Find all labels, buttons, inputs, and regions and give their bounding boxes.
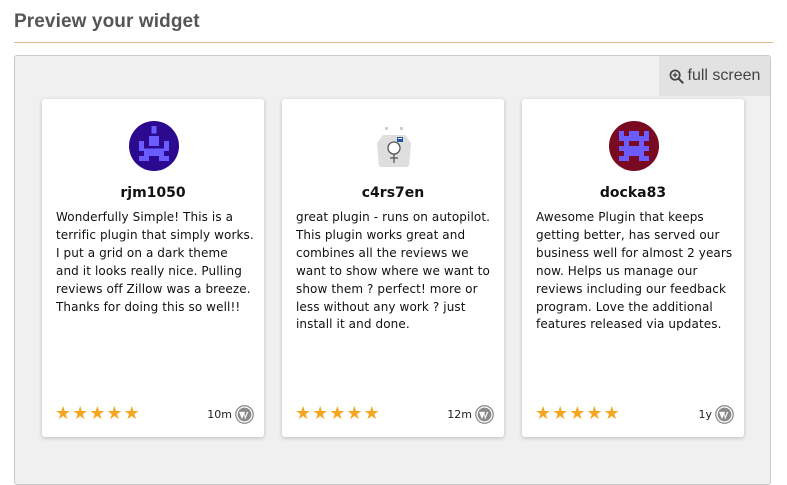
star-icon: ★: [55, 403, 72, 424]
star-icon: ★: [295, 403, 312, 424]
widget-preview-frame: full screen rjm1050 Wonderfully Simple! …: [14, 55, 771, 485]
star-icon: ★: [586, 403, 603, 424]
wordpress-icon[interactable]: [715, 405, 734, 424]
review-author: docka83: [599, 185, 667, 201]
heading-divider: [14, 42, 773, 43]
star-icon: ★: [89, 403, 106, 424]
avatar: [129, 121, 179, 171]
star-icon: ★: [123, 403, 140, 424]
star-icon: ★: [346, 403, 363, 424]
star-icon: ★: [329, 403, 346, 424]
review-card: c4rs7en great plugin - runs on autopilot…: [282, 99, 504, 437]
star-rating: ★ ★ ★ ★ ★: [55, 404, 140, 424]
review-time: 12m: [447, 408, 472, 421]
review-meta: 10m: [207, 405, 254, 424]
star-icon: ★: [569, 403, 586, 424]
review-author: rjm1050: [120, 185, 186, 201]
review-meta: 1y: [698, 405, 734, 424]
review-time: 1y: [698, 408, 712, 421]
fullscreen-label: full screen: [687, 67, 761, 84]
review-time: 10m: [207, 408, 232, 421]
star-icon: ★: [535, 403, 552, 424]
review-card: rjm1050 Wonderfully Simple! This is a te…: [42, 99, 264, 437]
page-title: Preview your widget: [14, 11, 200, 32]
review-card: docka83 Awesome Plugin that keeps gettin…: [522, 99, 744, 437]
star-icon: ★: [106, 403, 123, 424]
star-rating: ★ ★ ★ ★ ★: [295, 404, 380, 424]
review-text: Awesome Plugin that keeps getting better…: [536, 210, 733, 332]
star-icon: ★: [72, 403, 89, 424]
star-rating: ★ ★ ★ ★ ★: [535, 404, 620, 424]
zoom-in-icon: [669, 69, 684, 84]
wordpress-icon[interactable]: [235, 405, 254, 424]
fullscreen-button[interactable]: full screen: [659, 56, 770, 96]
review-text: Wonderfully Simple! This is a terrific p…: [56, 210, 254, 314]
star-icon: ★: [363, 403, 380, 424]
wordpress-icon[interactable]: [475, 405, 494, 424]
star-icon: ★: [603, 403, 620, 424]
review-meta: 12m: [447, 405, 494, 424]
review-author: c4rs7en: [361, 185, 425, 201]
avatar: [609, 121, 659, 171]
avatar: [369, 121, 419, 171]
star-icon: ★: [312, 403, 329, 424]
star-icon: ★: [552, 403, 569, 424]
review-text: great plugin - runs on autopilot. This p…: [296, 210, 491, 332]
